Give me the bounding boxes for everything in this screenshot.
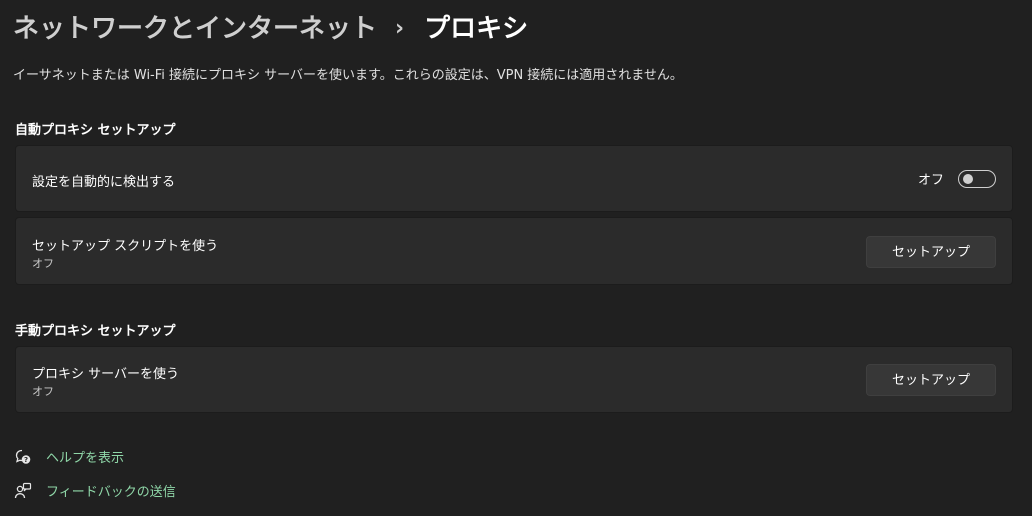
section-title-manual-proxy: 手動プロキシ セットアップ [15,324,176,339]
toggle-knob [963,173,973,184]
page-title: プロキシ [424,14,529,44]
svg-text:?: ? [24,456,28,464]
card-auto-detect: 設定を自動的に検出する オフ [15,145,1013,212]
setup-script-status: オフ [32,257,54,270]
card-setup-script: セットアップ スクリプトを使う オフ セットアップ [15,217,1013,285]
breadcrumb-separator-icon: › [395,16,405,41]
proxy-server-label: プロキシ サーバーを使う [32,367,180,382]
page-description: イーサネットまたは Wi-Fi 接続にプロキシ サーバーを使います。これらの設定… [13,68,683,83]
feedback-link-label[interactable]: フィードバックの送信 [46,481,176,500]
card-proxy-server: プロキシ サーバーを使う オフ セットアップ [15,346,1013,413]
section-title-auto-proxy: 自動プロキシ セットアップ [15,123,176,138]
feedback-link[interactable]: フィードバックの送信 [14,481,176,500]
help-chat-icon: ? [14,448,32,466]
help-link[interactable]: ? ヘルプを表示 [14,447,124,466]
setup-script-label: セットアップ スクリプトを使う [32,239,219,254]
help-link-label[interactable]: ヘルプを表示 [46,447,124,466]
proxy-settings-page: ネットワークとインターネット › プロキシ イーサネットまたは Wi-Fi 接続… [0,0,1032,516]
feedback-person-icon [14,482,32,500]
setup-script-button[interactable]: セットアップ [866,236,996,268]
proxy-server-status: オフ [32,385,54,398]
auto-detect-label: 設定を自動的に検出する [32,175,176,190]
auto-detect-toggle-group: オフ [918,169,996,188]
auto-detect-toggle[interactable] [958,169,996,188]
breadcrumb-parent-network[interactable]: ネットワークとインターネット [13,10,377,48]
breadcrumb: ネットワークとインターネット › プロキシ [13,10,528,48]
auto-detect-toggle-state: オフ [917,173,944,188]
proxy-server-setup-button[interactable]: セットアップ [866,364,996,396]
